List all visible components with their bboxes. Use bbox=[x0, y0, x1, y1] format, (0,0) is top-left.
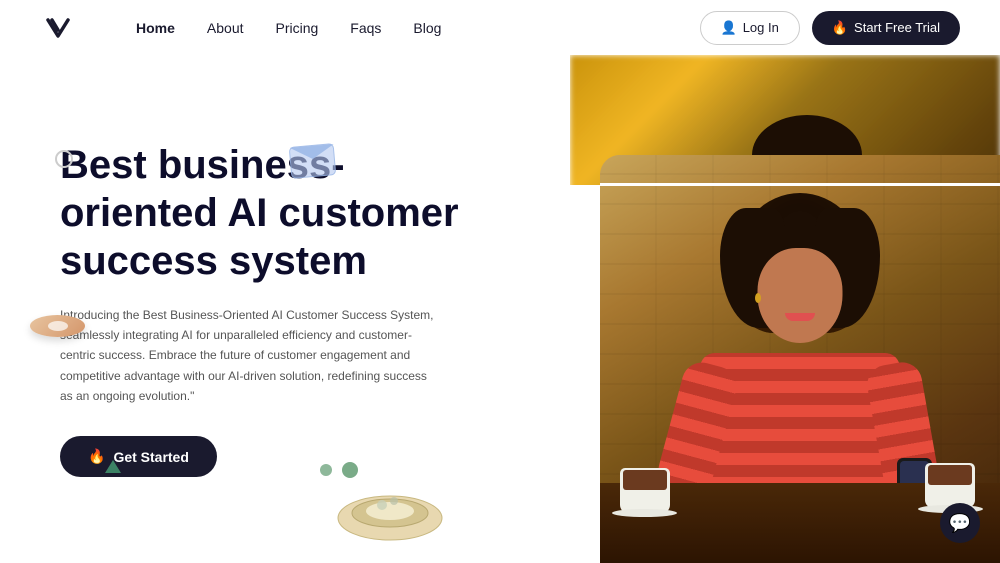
nav-links: Home About Pricing Faqs Blog bbox=[136, 20, 700, 36]
hero-right: 💬 bbox=[570, 55, 1000, 563]
get-started-button[interactable]: 🔥 Get Started bbox=[60, 436, 217, 477]
login-icon: 👤 bbox=[721, 20, 737, 36]
deco-torus bbox=[330, 483, 450, 543]
hero-title: Best business-oriented AI customer succe… bbox=[60, 141, 500, 285]
nav-actions: 👤 Log In 🔥 Start Free Trial bbox=[700, 11, 961, 45]
hero-left: Best business-oriented AI customer succe… bbox=[0, 55, 570, 563]
trial-label: Start Free Trial bbox=[854, 20, 940, 35]
nav-faqs[interactable]: Faqs bbox=[350, 20, 381, 36]
logo[interactable] bbox=[40, 10, 76, 46]
chat-icon: 💬 bbox=[949, 513, 971, 534]
separator-line bbox=[600, 183, 1000, 186]
hero-description: Introducing the Best Business-Oriented A… bbox=[60, 305, 440, 407]
deco-triangle bbox=[105, 460, 121, 473]
chat-bubble[interactable]: 💬 bbox=[940, 503, 980, 543]
deco-dot-1 bbox=[320, 464, 332, 476]
login-label: Log In bbox=[743, 20, 779, 35]
hero-section: Best business-oriented AI customer succe… bbox=[0, 55, 1000, 563]
fire-icon-2: 🔥 bbox=[88, 448, 105, 465]
deco-dot-2 bbox=[342, 462, 358, 478]
trial-button[interactable]: 🔥 Start Free Trial bbox=[812, 11, 960, 45]
nav-blog[interactable]: Blog bbox=[413, 20, 441, 36]
deco-circle bbox=[55, 150, 73, 168]
cta-label: Get Started bbox=[113, 449, 188, 465]
main-photo bbox=[600, 155, 1000, 563]
deco-envelope bbox=[289, 143, 337, 179]
deco-ring bbox=[30, 315, 85, 337]
nav-about[interactable]: About bbox=[207, 20, 244, 36]
fire-icon: 🔥 bbox=[832, 20, 848, 36]
deco-dots bbox=[320, 462, 358, 478]
nav-home[interactable]: Home bbox=[136, 20, 175, 36]
login-button[interactable]: 👤 Log In bbox=[700, 11, 800, 45]
nav-pricing[interactable]: Pricing bbox=[276, 20, 319, 36]
navbar: Home About Pricing Faqs Blog 👤 Log In 🔥 … bbox=[0, 0, 1000, 55]
